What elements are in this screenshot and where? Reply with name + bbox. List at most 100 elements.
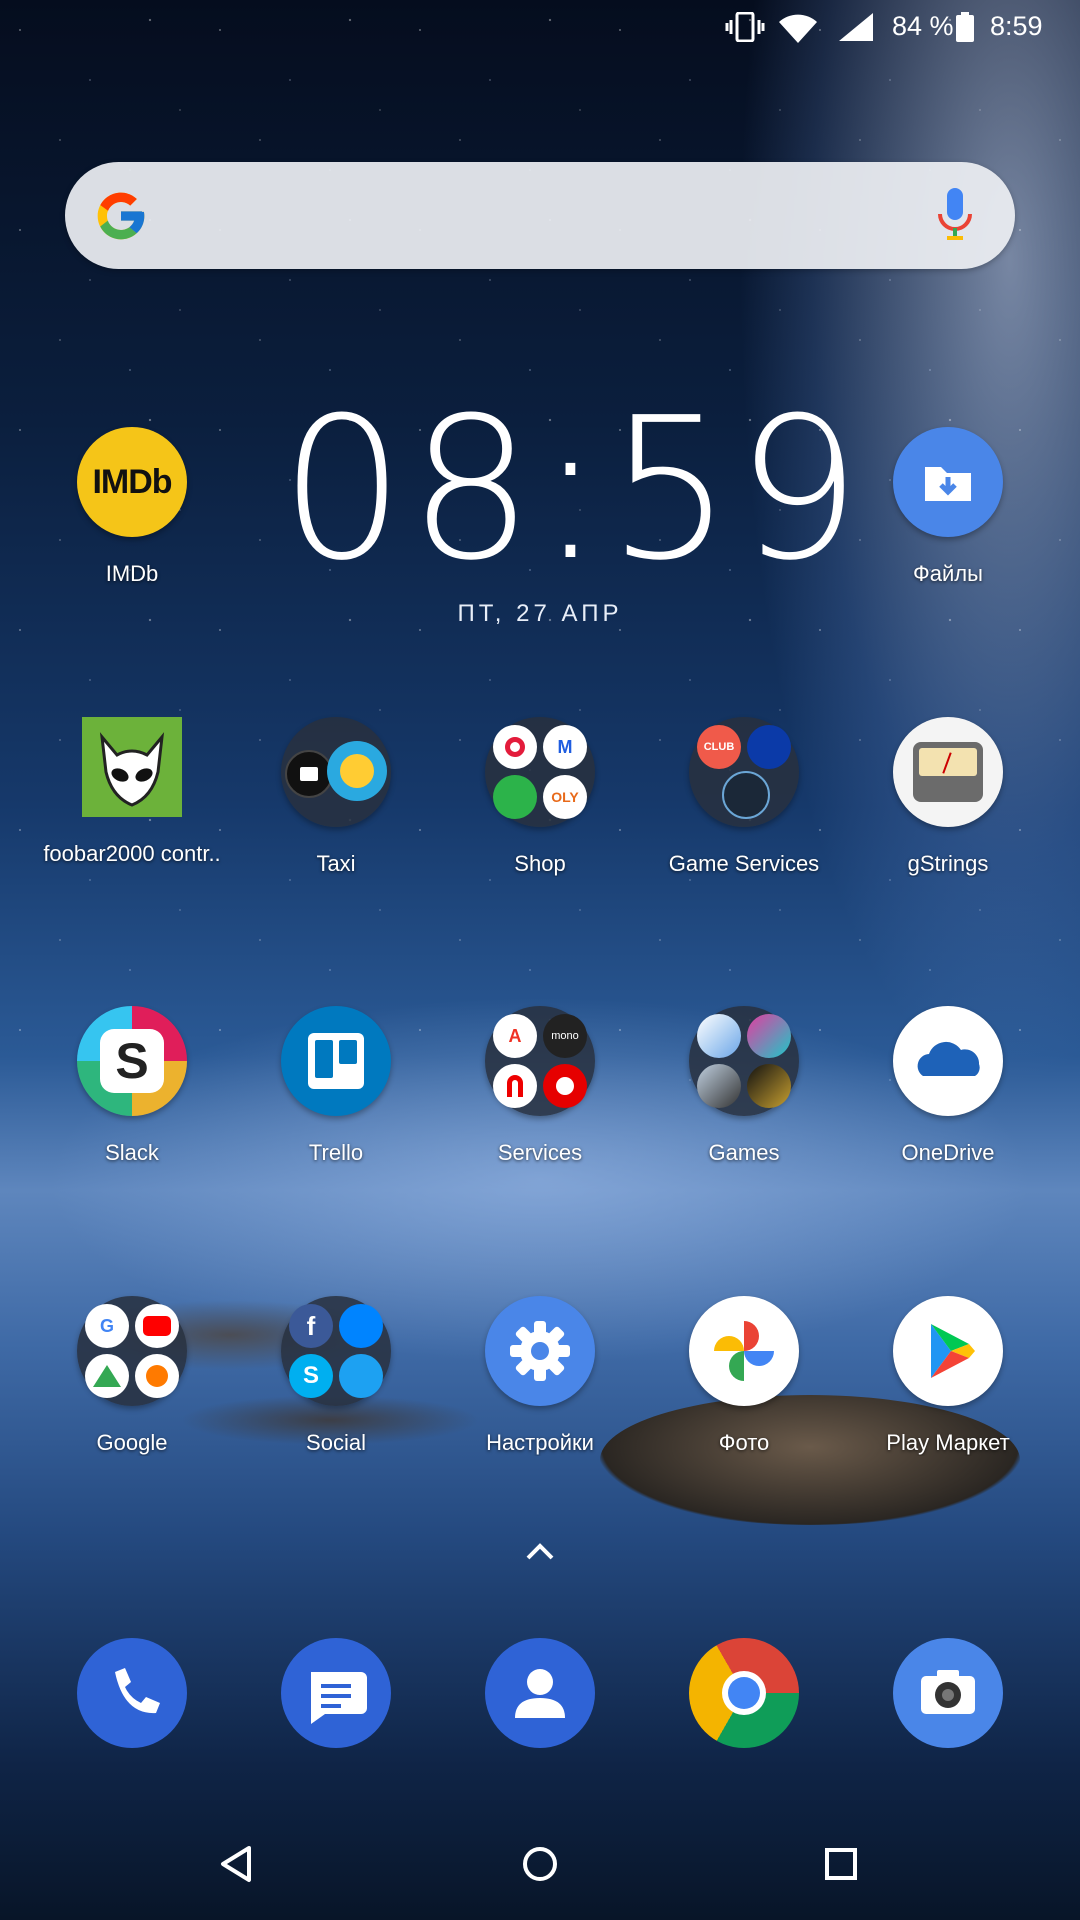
app-label: Slack [105, 1140, 159, 1165]
app-label: Services [497, 1140, 583, 1165]
dock-chrome[interactable] [642, 1638, 846, 1748]
google-app-icon: G [85, 1304, 129, 1348]
app-label: Game Services [668, 851, 820, 876]
app-label: Shop [514, 851, 566, 876]
camera-body-icon [921, 1670, 975, 1714]
wifi-icon [779, 14, 817, 43]
alien-face-icon [99, 732, 165, 807]
app-play-market[interactable]: Play Маркет [846, 1296, 1050, 1456]
gear-icon [510, 1321, 570, 1381]
download-folder-icon [925, 467, 971, 501]
taxi-folder-icon [281, 717, 391, 827]
pinwheel-icon [714, 1321, 774, 1381]
phone-icon [77, 1638, 187, 1748]
chrome-icon [689, 1638, 799, 1748]
app-trello[interactable]: Trello [234, 1006, 438, 1166]
mic-icon[interactable] [935, 186, 975, 246]
app-label: foobar2000 contr.. [43, 841, 221, 866]
message-bubble-icon [311, 1672, 367, 1724]
app-foobar2000[interactable]: foobar2000 contr.. [30, 717, 234, 867]
folder-services[interactable]: A mono Services [438, 1006, 642, 1166]
photos-icon [689, 1296, 799, 1406]
camera-icon [893, 1638, 1003, 1748]
status-time: 8:59 [990, 11, 1043, 41]
play-triangle-icon [931, 1324, 975, 1378]
app-label: gStrings [907, 851, 989, 876]
app-label: Trello [308, 1140, 364, 1165]
game1-icon [697, 1014, 741, 1058]
app-onedrive[interactable]: OneDrive [846, 1006, 1050, 1166]
app-gstrings[interactable]: gStrings [846, 717, 1050, 877]
target-icon [493, 725, 537, 769]
play-music-icon [135, 1354, 179, 1398]
trello-icon [281, 1006, 391, 1116]
battery-icon [956, 12, 974, 42]
game2-icon [747, 1014, 791, 1058]
date-widget[interactable]: ПТ, 27 АПР [340, 600, 740, 628]
files-icon [893, 427, 1003, 537]
app-label: IMDb [105, 561, 159, 586]
signal-icon [839, 13, 873, 41]
app-label: Фото [718, 1430, 770, 1455]
app-settings[interactable]: Настройки [438, 1296, 642, 1456]
services-folder-icon: A mono [485, 1006, 595, 1116]
mortal-kombat-icon [747, 1064, 791, 1108]
phone-handset-icon [115, 1668, 160, 1714]
monobank-icon: mono [543, 1014, 587, 1058]
dock-contacts[interactable] [438, 1638, 642, 1748]
slack-icon: S [77, 1006, 187, 1116]
messenger-icon [339, 1304, 383, 1348]
battery-percent: 84 % [892, 11, 954, 41]
navigation-bar [0, 1800, 1080, 1920]
google-logo-icon [97, 192, 145, 240]
person-icon [515, 1669, 565, 1718]
need-for-speed-icon [697, 1064, 741, 1108]
club-icon: CLUB [697, 725, 741, 769]
green-bird-icon [493, 775, 537, 819]
facebook-icon: f [289, 1304, 333, 1348]
skype-icon: S [289, 1354, 333, 1398]
folder-shop[interactable]: M OLY Shop [438, 717, 642, 877]
app-drawer-arrow-icon[interactable] [520, 1536, 560, 1566]
app-imdb[interactable]: IMDb IMDb [30, 427, 234, 587]
back-icon[interactable] [207, 1834, 267, 1894]
vodafone-icon [543, 1064, 587, 1108]
app-label: Taxi [316, 851, 356, 876]
google-search-bar[interactable] [65, 162, 1015, 269]
app-label: Файлы [913, 561, 983, 586]
uber-icon [285, 750, 333, 798]
folder-google[interactable]: G Google [30, 1296, 234, 1456]
yandex-taxi-icon [327, 741, 387, 801]
app-slack[interactable]: S Slack [30, 1006, 234, 1166]
status-bar: 84 % 8:59 [0, 0, 1080, 52]
dock-phone[interactable] [30, 1638, 234, 1748]
dock-messages[interactable] [234, 1638, 438, 1748]
app-files[interactable]: Файлы [846, 427, 1050, 587]
recents-icon[interactable] [811, 1834, 871, 1894]
gstrings-icon [893, 717, 1003, 827]
app-label: OneDrive [901, 1140, 995, 1165]
drive-icon [85, 1354, 129, 1398]
app-label: Games [708, 1140, 780, 1165]
foobar2000-icon [82, 717, 182, 817]
app-photos[interactable]: Фото [642, 1296, 846, 1456]
google-folder-icon: G [77, 1296, 187, 1406]
ozon-icon: M [543, 725, 587, 769]
home-icon[interactable] [510, 1834, 570, 1894]
app-label: Настройки [486, 1430, 594, 1455]
imdb-logo-text: IMDb [92, 462, 172, 501]
folder-games[interactable]: Games [642, 1006, 846, 1166]
dock-camera[interactable] [846, 1638, 1050, 1748]
vibrate-icon [725, 12, 765, 42]
folder-game-services[interactable]: CLUB Game Services [642, 717, 846, 877]
folder-social[interactable]: f S Social [234, 1296, 438, 1456]
game-services-folder-icon: CLUB [689, 717, 799, 827]
clock-widget[interactable]: 08:59 [280, 390, 861, 590]
cloud-icon [917, 1041, 980, 1076]
settings-icon [485, 1296, 595, 1406]
youtube-icon [135, 1304, 179, 1348]
oly-icon: OLY [543, 775, 587, 819]
folder-taxi[interactable]: Taxi [234, 717, 438, 877]
steam-icon [722, 771, 770, 819]
home-screen: 84 % 8:59 08:59 ПТ, 27 АПР IMDb IMDb Фай… [0, 0, 1080, 1920]
